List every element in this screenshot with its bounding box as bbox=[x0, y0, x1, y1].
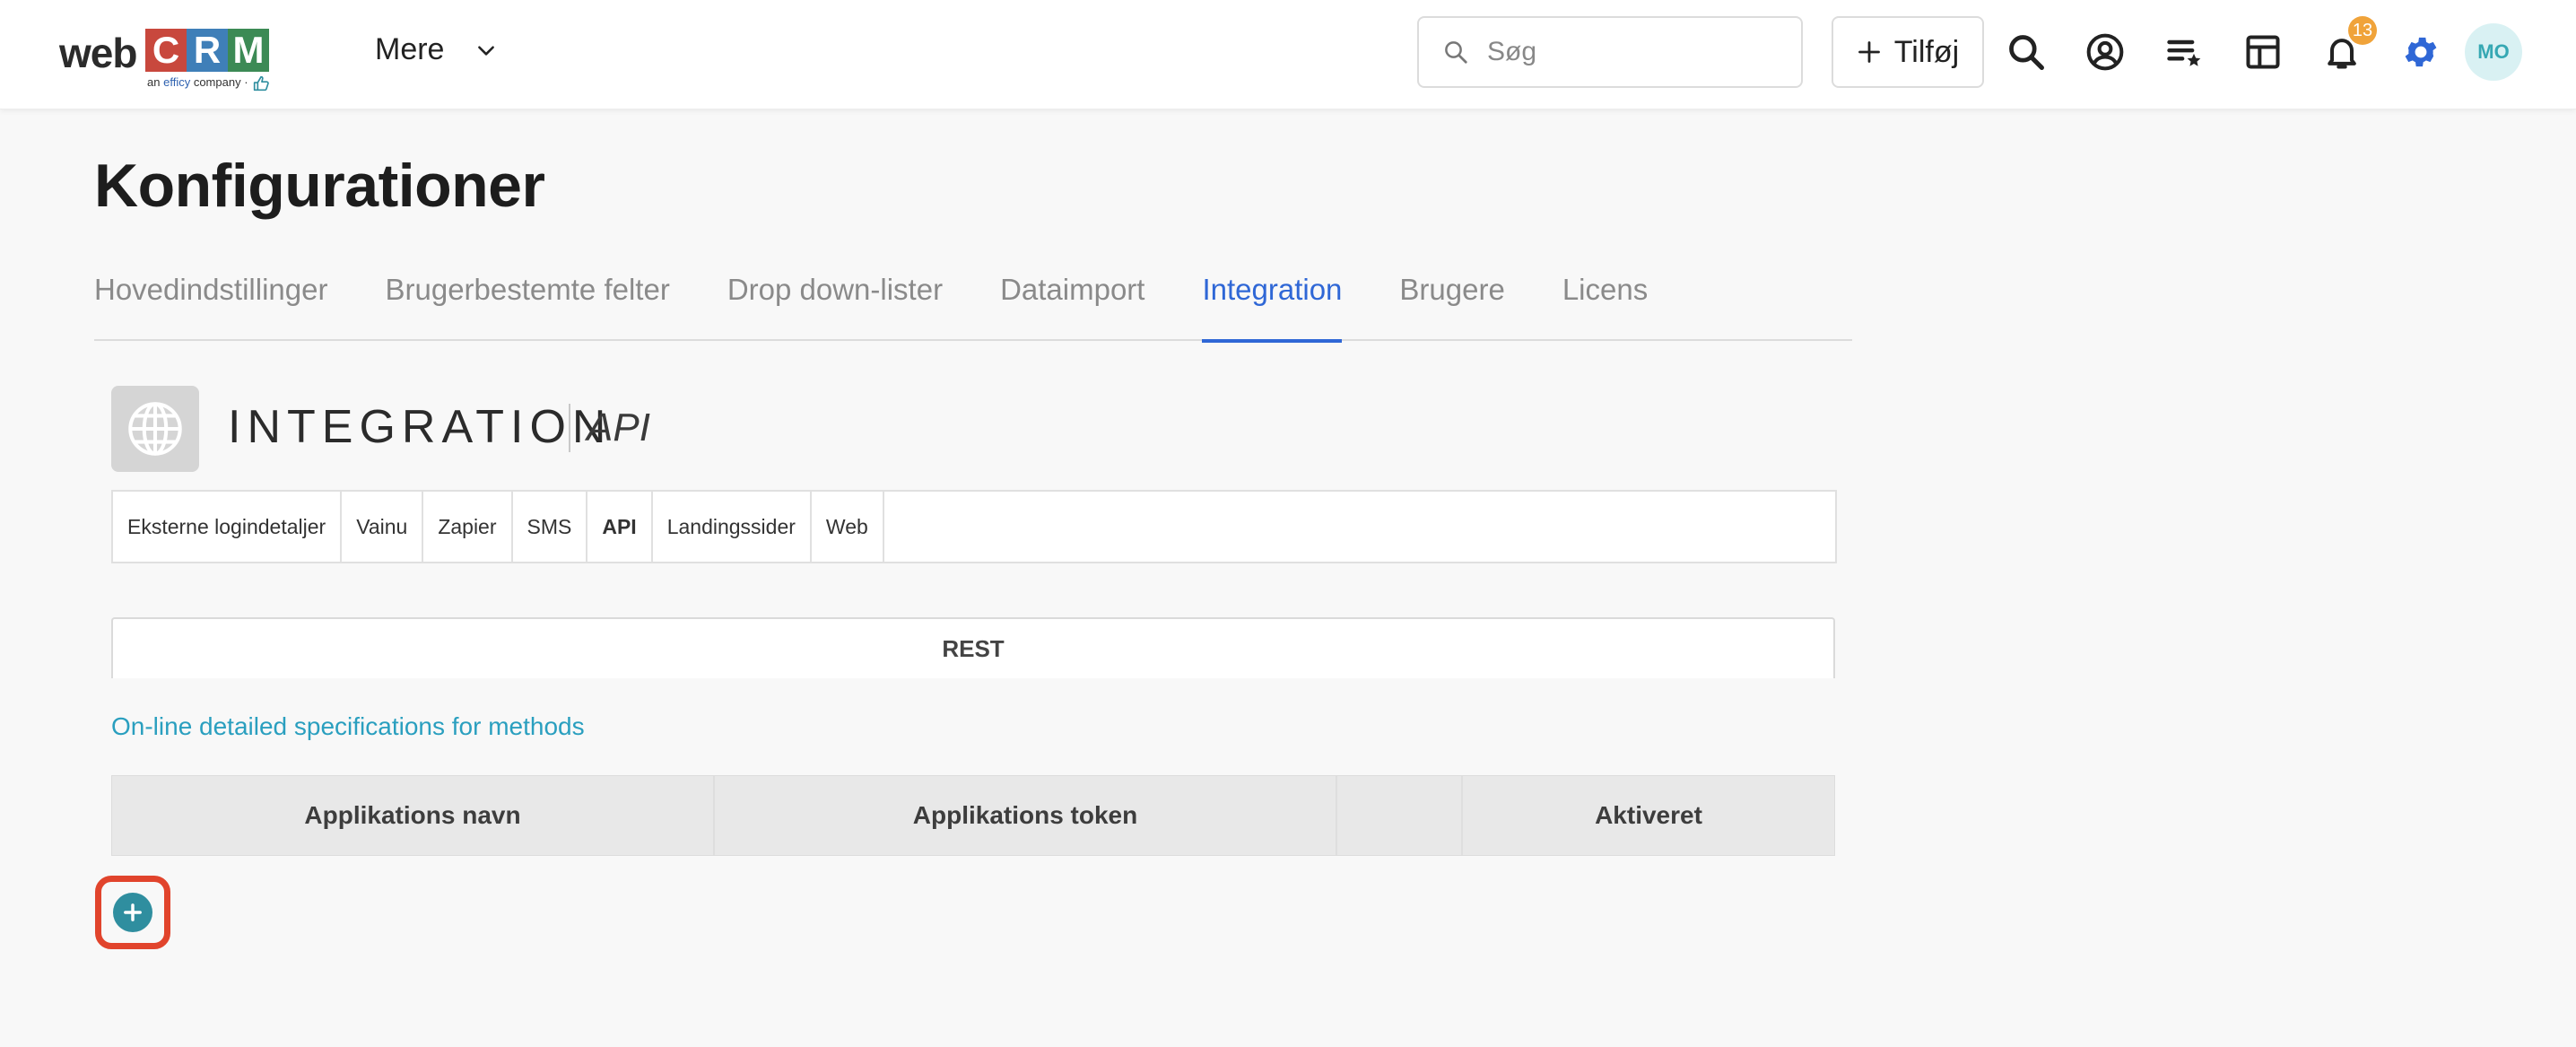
add-application-circle bbox=[113, 893, 152, 932]
tab-integration[interactable]: Integration bbox=[1202, 267, 1342, 343]
subtab-api[interactable]: API bbox=[587, 492, 653, 562]
plus-circle-icon bbox=[124, 903, 142, 921]
favorites-list-button[interactable] bbox=[2159, 27, 2209, 77]
column-application-token[interactable]: Applikations token bbox=[715, 776, 1337, 855]
module-subtitle: API bbox=[587, 406, 650, 449]
add-button-label: Tilføj bbox=[1893, 34, 1960, 69]
logo-letter-c: C bbox=[145, 29, 187, 72]
add-application-button[interactable] bbox=[95, 876, 170, 949]
notification-count-badge: 13 bbox=[2348, 16, 2377, 45]
module-title-divider bbox=[569, 404, 570, 452]
user-profile-button[interactable] bbox=[2080, 27, 2130, 77]
column-application-name[interactable]: Applikations navn bbox=[112, 776, 715, 855]
magnifier-icon bbox=[2009, 35, 2044, 70]
tab-users[interactable]: Brugere bbox=[1399, 267, 1504, 341]
applications-table-header: Applikations navn Applikations token Akt… bbox=[111, 775, 1835, 856]
logo-tagline: an efficy company · bbox=[147, 75, 248, 89]
settings-tabs: Hovedindstillinger Brugerbestemte felter… bbox=[94, 267, 1852, 343]
integration-subtabs: Eksterne logindetaljer Vainu Zapier SMS … bbox=[111, 490, 1837, 563]
tab-data-import[interactable]: Dataimport bbox=[1000, 267, 1144, 341]
specifications-link[interactable]: On-line detailed specifications for meth… bbox=[111, 712, 585, 741]
user-circle-icon bbox=[2086, 33, 2124, 71]
plus-icon bbox=[1858, 41, 1880, 63]
subtab-vainu[interactable]: Vainu bbox=[342, 492, 424, 562]
settings-button[interactable] bbox=[2396, 27, 2446, 77]
search-icon-button[interactable] bbox=[2001, 27, 2051, 77]
search-input[interactable] bbox=[1487, 37, 1783, 67]
global-search[interactable] bbox=[1417, 16, 1803, 88]
tab-license[interactable]: Licens bbox=[1562, 267, 1648, 341]
tab-main-settings[interactable]: Hovedindstillinger bbox=[94, 267, 327, 341]
logo-crm-text: C R M bbox=[145, 29, 269, 72]
tab-dropdown-lists[interactable]: Drop down-lister bbox=[727, 267, 943, 341]
logo-letter-r: R bbox=[187, 29, 228, 72]
integration-module-icon bbox=[111, 386, 199, 472]
tab-custom-fields[interactable]: Brugerbestemte felter bbox=[385, 267, 669, 341]
avatar[interactable]: MO bbox=[2465, 23, 2522, 81]
top-bar: web C R M an efficy company · Mere Tilfø… bbox=[0, 0, 2576, 109]
thumbs-up-icon bbox=[253, 75, 269, 92]
globe-icon bbox=[128, 402, 182, 456]
layout-icon bbox=[2246, 35, 2280, 69]
column-activated[interactable]: Aktiveret bbox=[1463, 776, 1834, 855]
more-menu-label: Mere bbox=[375, 32, 445, 66]
rest-section-header[interactable]: REST bbox=[111, 617, 1835, 678]
subtab-external-login[interactable]: Eksterne logindetaljer bbox=[113, 492, 343, 562]
logo-web-text: web bbox=[59, 30, 137, 76]
search-icon bbox=[1445, 41, 1467, 64]
subtab-web[interactable]: Web bbox=[812, 492, 884, 562]
subtab-landing-pages[interactable]: Landingssider bbox=[653, 492, 812, 562]
more-menu[interactable]: Mere bbox=[375, 32, 498, 67]
gear-icon bbox=[2405, 37, 2437, 67]
add-button[interactable]: Tilføj bbox=[1832, 16, 1984, 88]
column-blank bbox=[1337, 776, 1463, 855]
page-title: Konfigurationer bbox=[94, 152, 545, 220]
chevron-down-icon bbox=[478, 45, 495, 56]
dashboard-layout-button[interactable] bbox=[2238, 27, 2288, 77]
module-title: INTEGRATION bbox=[228, 401, 613, 453]
subtab-zapier[interactable]: Zapier bbox=[423, 492, 513, 562]
list-star-icon bbox=[2167, 39, 2201, 66]
subtab-sms[interactable]: SMS bbox=[513, 492, 588, 562]
webcrm-logo[interactable]: web C R M an efficy company · bbox=[59, 27, 292, 99]
logo-letter-m: M bbox=[228, 29, 269, 72]
